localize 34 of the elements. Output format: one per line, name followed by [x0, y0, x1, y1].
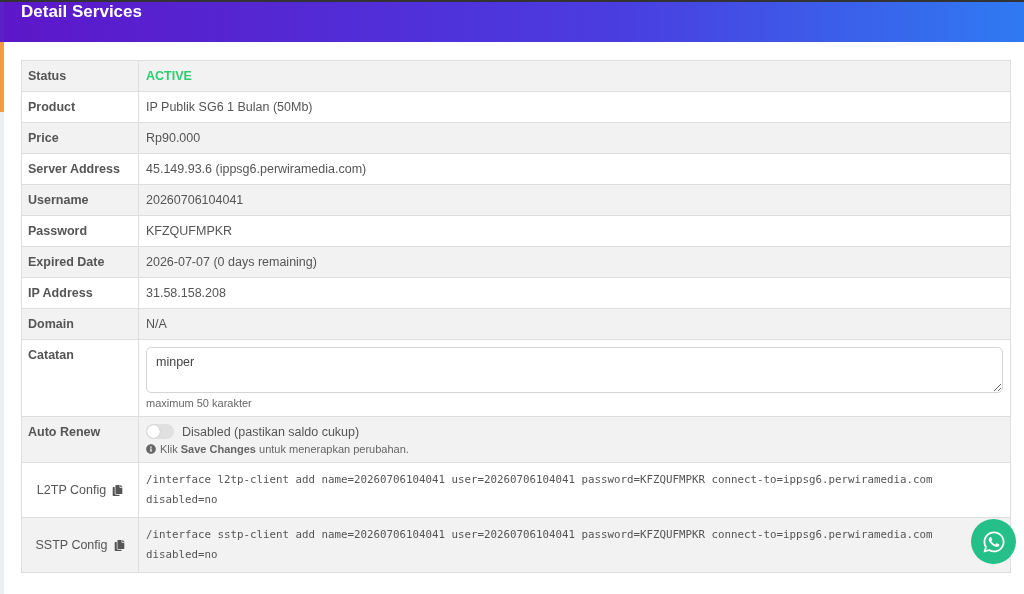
row-label: Auto Renew [28, 425, 101, 439]
copy-icon[interactable] [112, 484, 124, 496]
row-label: Password [28, 224, 88, 238]
detail-value: IP Publik SG6 1 Bulan (50Mb) [146, 100, 314, 114]
config-code: /interface l2tp-client add name=20260706104041 user=20260706104041 password=KFZQUFMPKR connect-to=ippsg6.perwiramedia.com disabled=no [146, 472, 934, 508]
toggle-label: Disabled (pastikan saldo cukup) [182, 424, 360, 439]
row-label: Server Address [28, 162, 120, 176]
row-label: Product [28, 100, 76, 114]
detail-value: KFZQUFMPKR [146, 224, 234, 238]
config-code: /interface sstp-client add name=20260706104041 user=20260706104041 password=KFZQUFMPKR connect-to=ippsg6.perwiramedia.com disabled=no [146, 527, 934, 563]
page-title: Detail Services [21, 2, 143, 22]
detail-value: 20260706104041 [146, 193, 245, 207]
row-label: IP Address [28, 286, 93, 300]
info-icon [146, 444, 156, 454]
row-label: SSTP Config [35, 538, 108, 552]
row-label: Catatan [28, 348, 74, 362]
row-label: L2TP Config [36, 483, 107, 497]
row-label: Domain [28, 317, 74, 331]
note-field[interactable]: minper [146, 347, 1003, 393]
detail-value: Rp90.000 [146, 131, 202, 145]
row-label: Price [28, 131, 59, 145]
hint-text: Klik Save Changes untuk menerapkan perubahan. [160, 443, 409, 455]
row-label: Expired Date [28, 255, 105, 269]
help-text: maximum 50 karakter [146, 397, 253, 409]
row-label: Status [28, 69, 67, 83]
chat-bubble-icon [981, 529, 1006, 554]
toggle-switch[interactable] [146, 424, 174, 439]
detail-value: 45.149.93.6 (ippsg6.perwiramedia.com) [146, 162, 368, 176]
detail-value: 2026-07-07 (0 days remaining) [146, 255, 318, 269]
detail-value: N/A [146, 317, 168, 331]
detail-value: 31.58.158.208 [146, 286, 227, 300]
copy-icon[interactable] [113, 539, 125, 551]
row-label: Username [28, 193, 89, 207]
status-value: ACTIVE [146, 69, 193, 83]
